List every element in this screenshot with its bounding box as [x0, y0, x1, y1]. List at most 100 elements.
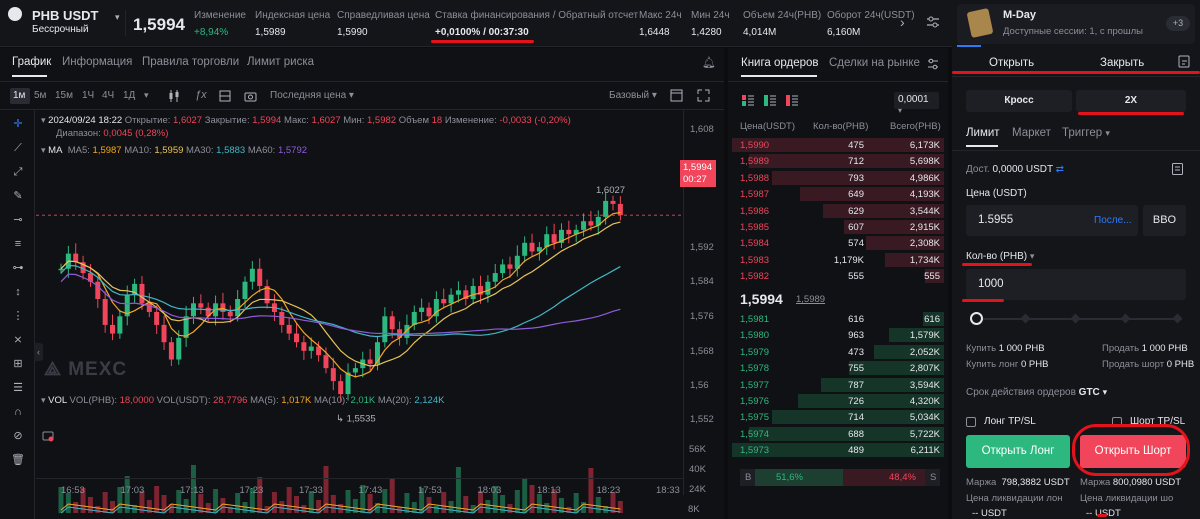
qty-label[interactable]: Кол-во (PHB) ▾	[966, 251, 1034, 262]
candle-type-icon[interactable]	[168, 89, 180, 106]
settings-sliders-icon[interactable]	[926, 15, 940, 29]
crosshair-icon[interactable]: ✛	[11, 117, 25, 131]
margin-mode-button[interactable]: Кросс	[966, 90, 1072, 112]
pattern-icon[interactable]: ⨯	[11, 333, 25, 347]
candle-body	[168, 342, 174, 360]
candle-body	[610, 200, 616, 204]
interval-1d[interactable]: 1Д	[123, 90, 135, 101]
layout-icon[interactable]	[219, 90, 231, 105]
brush-icon[interactable]: ✎	[11, 189, 25, 203]
magnet-icon[interactable]: ∩	[11, 405, 25, 419]
fib-icon[interactable]: ⋮	[11, 309, 25, 323]
tab-open[interactable]: Открыть	[989, 57, 1034, 69]
tab-market-trades[interactable]: Сделки на рынке	[829, 57, 920, 69]
tab-chart[interactable]: График	[12, 56, 51, 68]
tab-close[interactable]: Закрыть	[1100, 57, 1144, 69]
chevron-down-icon[interactable]: ▾	[144, 90, 149, 101]
measure-icon[interactable]: ⊞	[11, 357, 25, 371]
volume-tick: 8K	[688, 504, 700, 515]
tab-orderbook[interactable]: Книга ордеров	[741, 57, 819, 69]
settings-sliders-icon[interactable]	[927, 58, 939, 73]
camera-icon[interactable]	[244, 90, 257, 105]
qty-input[interactable]: 1000	[966, 269, 1186, 300]
vertical-line-icon[interactable]: ↕	[11, 285, 25, 299]
row-price: 1,5974	[740, 428, 770, 440]
book-view-both-icon[interactable]	[742, 95, 754, 109]
hide-drawings-icon[interactable]: ⊘	[11, 429, 25, 443]
chevron-down-icon[interactable]: ▾	[115, 12, 120, 23]
order-history-icon[interactable]	[1178, 55, 1190, 71]
ask-row[interactable]: 1,5985 607 2,915K	[732, 219, 944, 235]
candle-body	[470, 286, 476, 299]
book-view-bids-icon[interactable]	[764, 95, 776, 109]
text-icon[interactable]: ☰	[11, 381, 25, 395]
current-price-tag: 1,5994 00:27	[680, 160, 716, 187]
order-type-trigger[interactable]: Триггер ▾	[1062, 127, 1110, 139]
col-total: Всего(PHB)	[890, 121, 941, 132]
chart-layout-icon[interactable]	[670, 89, 683, 105]
price-tick: 1,56	[690, 380, 709, 391]
interval-4h[interactable]: 4Ч	[102, 90, 114, 101]
tab-risk-limit[interactable]: Лимит риска	[247, 56, 314, 68]
long-tpsl-checkbox[interactable]	[966, 417, 976, 427]
candle-body	[249, 268, 255, 282]
price-input[interactable]: 1.5955 После...	[966, 205, 1138, 236]
promo-banner[interactable]: M-Day Доступные сессии: 1, с прошлы +3	[957, 4, 1195, 44]
leverage-button[interactable]: 2X	[1076, 90, 1186, 112]
symbol-title[interactable]: PHB USDT	[32, 8, 98, 23]
tick-size-select[interactable]: 0,0001 ▾	[894, 92, 939, 115]
ask-row[interactable]: 1,5984 574 2,308K	[732, 235, 944, 251]
last-price-link[interactable]: После...	[1094, 215, 1131, 226]
ask-row[interactable]: 1,5989 712 5,698K	[732, 153, 944, 169]
ask-row[interactable]: 1,5982 555 555	[732, 268, 944, 284]
qty-slider-knob[interactable]	[970, 312, 983, 325]
bell-icon[interactable]: 🔔︎	[702, 56, 716, 69]
bid-row[interactable]: 1,5976 726 4,320K	[732, 393, 944, 409]
bid-row[interactable]: 1,5973 489 6,211K	[732, 442, 944, 458]
favorite-star-icon[interactable]	[8, 7, 22, 21]
chevron-right-icon[interactable]: ›	[900, 14, 905, 30]
price-chart[interactable]: 1,6027 ↳ 1,5535	[36, 110, 724, 519]
bid-row[interactable]: 1,5975 714 5,034K	[732, 409, 944, 425]
interval-1m[interactable]: 1м	[13, 90, 25, 101]
trend-line-icon[interactable]: ⟋	[11, 141, 25, 155]
horizontal-ray-icon[interactable]: ⊸	[11, 213, 25, 227]
ask-row[interactable]: 1,5990 475 6,173K	[732, 137, 944, 153]
indicators-icon[interactable]: ƒx	[195, 89, 207, 101]
ask-row[interactable]: 1,5987 649 4,193K	[732, 186, 944, 202]
volume-settings-icon[interactable]	[42, 430, 54, 445]
bbo-button[interactable]: BBO	[1143, 205, 1186, 236]
ask-row[interactable]: 1,5988 793 4,986K	[732, 170, 944, 186]
bid-row[interactable]: 1,5978 755 2,807K	[732, 360, 944, 376]
order-type-limit[interactable]: Лимит	[966, 127, 1000, 139]
fullscreen-icon[interactable]	[697, 89, 710, 105]
bid-row[interactable]: 1,5981 616 616	[732, 311, 944, 327]
stat-volume-24h: Объем 24ч(PHB) 4,014M	[743, 10, 822, 38]
tif-select[interactable]: Срок действия ордеров GTC ▾	[966, 387, 1107, 398]
order-type-market[interactable]: Маркет	[1012, 127, 1051, 139]
view-mode-select[interactable]: Базовый ▾	[609, 90, 657, 101]
tab-trading-rules[interactable]: Правила торговли	[142, 56, 239, 68]
price-type-select[interactable]: Последняя цена ▾	[270, 90, 354, 101]
parallel-channel-icon[interactable]: ≡	[11, 237, 25, 251]
book-view-asks-icon[interactable]	[786, 95, 798, 109]
trash-icon[interactable]: 🗑︎	[11, 453, 25, 467]
bid-row[interactable]: 1,5979 473 2,052K	[732, 344, 944, 360]
open-long-button[interactable]: Открыть Лонг	[966, 435, 1070, 468]
price-label: Цена (USDT)	[966, 188, 1027, 199]
tab-info[interactable]: Информация	[62, 56, 132, 68]
stat-funding[interactable]: Ставка финансирования / Обратный отсчет +…	[435, 10, 638, 38]
interval-5m[interactable]: 5м	[34, 90, 46, 101]
volume-bar	[485, 500, 491, 513]
bid-row[interactable]: 1,5974 688 5,722K	[732, 426, 944, 442]
annotation-underline	[1078, 112, 1184, 115]
bid-row[interactable]: 1,5980 963 1,579K	[732, 327, 944, 343]
ray-icon[interactable]: ⤢	[11, 165, 25, 179]
interval-1h[interactable]: 1Ч	[82, 90, 94, 101]
calculator-icon[interactable]	[1172, 163, 1183, 178]
interval-15m[interactable]: 15м	[55, 90, 73, 101]
ask-row[interactable]: 1,5983 1,179K 1,734K	[732, 252, 944, 268]
horizontal-line-icon[interactable]: ⊶	[11, 261, 25, 275]
bid-row[interactable]: 1,5977 787 3,594K	[732, 377, 944, 393]
ask-row[interactable]: 1,5986 629 3,544K	[732, 203, 944, 219]
